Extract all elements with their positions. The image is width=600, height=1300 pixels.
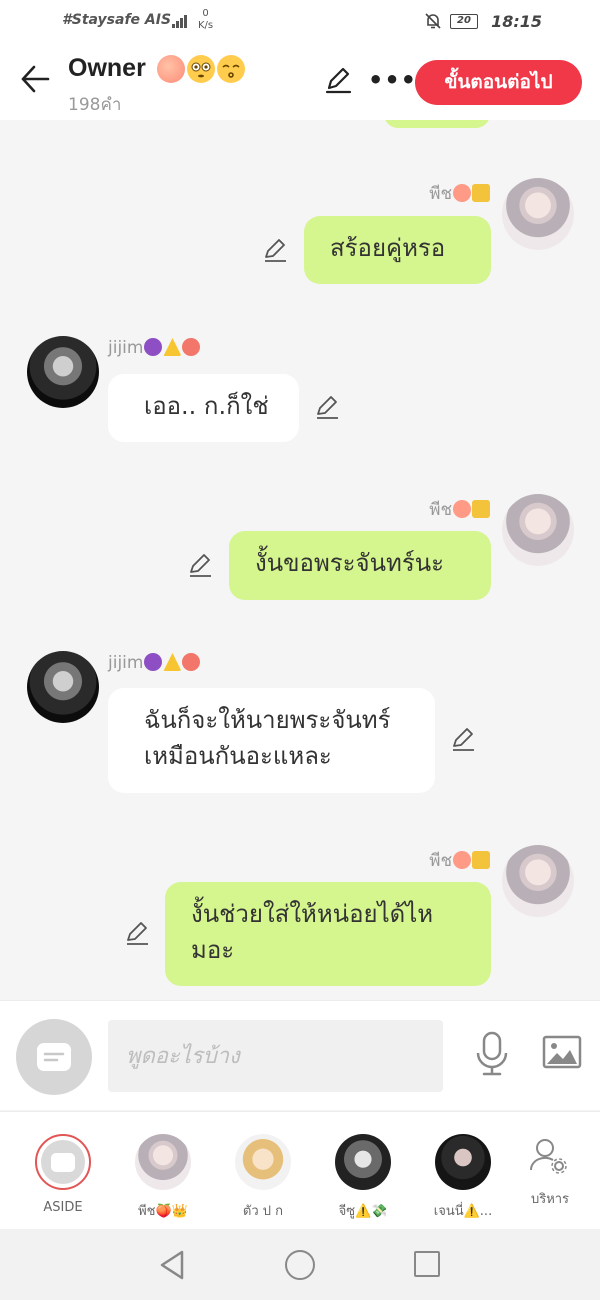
edit-pencil-icon[interactable] (187, 552, 213, 578)
member-label: พีช🍑👑 (138, 1204, 188, 1219)
devil-icon (144, 338, 163, 356)
next-step-button[interactable]: ขั้นตอนต่อไป (415, 60, 582, 105)
sender-name: jijim (108, 653, 201, 673)
sender-name: พีช (429, 180, 490, 207)
member-jisoo[interactable]: จีซู⚠️💸 (313, 1112, 413, 1230)
sender-name-text: พีช (429, 184, 452, 204)
network-speed-value: 0 (202, 8, 209, 19)
message-bubble[interactable]: งั้นขอพระจันทร์นะ (229, 531, 491, 600)
member-label: ASIDE (43, 1200, 83, 1215)
edit-pencil-icon[interactable] (314, 394, 340, 420)
avatar-peach[interactable] (502, 845, 574, 917)
system-nav-bar (0, 1229, 600, 1300)
edit-pencil-icon[interactable] (450, 726, 476, 752)
crown-icon (472, 851, 490, 869)
member-narrator[interactable]: ตัว ป ก (213, 1112, 313, 1230)
bell-muted-icon (424, 12, 442, 34)
member-avatar (335, 1134, 391, 1190)
crown-icon (472, 500, 490, 518)
aside-card-icon (51, 1153, 75, 1172)
aside-button[interactable] (16, 1019, 92, 1095)
message-line: เหมือนกันอะแหละ (144, 742, 332, 770)
member-jennie[interactable]: เจนนี่⚠️... (413, 1112, 513, 1230)
sender-name-text: jijim (108, 653, 144, 673)
peach-icon (156, 55, 185, 84)
microphone-icon[interactable] (474, 1031, 510, 1077)
kissing-face-icon (216, 55, 245, 84)
aside-card-icon (37, 1043, 71, 1071)
chat-title-text: Owner (68, 54, 146, 82)
sender-name-text: jijim (108, 338, 144, 358)
aside-avatar (35, 1134, 91, 1190)
member-label: ตัว ป ก (242, 1204, 284, 1219)
crown-icon (472, 184, 490, 202)
peach-icon (453, 500, 471, 518)
message-bubble[interactable]: สร้อยคู่หรอ (304, 216, 491, 284)
member-avatar (135, 1134, 191, 1190)
sender-name: jijim (108, 338, 201, 358)
message-line: มอะ (191, 936, 235, 964)
warning-icon (163, 653, 182, 671)
member-avatar (435, 1134, 491, 1190)
peach-icon (453, 851, 471, 869)
sender-name: พีช (429, 496, 490, 523)
member-aside[interactable]: ASIDE (13, 1112, 113, 1230)
carrier-label: #Staysafe AIS (62, 12, 172, 28)
sender-name: พีช (429, 847, 490, 874)
sender-name-text: พีช (429, 500, 452, 520)
member-label: เจนนี่⚠️... (433, 1204, 493, 1219)
flushed-face-icon (186, 55, 215, 84)
message-line: ฉันก็จะให้นายพระจันทร์ (144, 706, 391, 734)
image-icon[interactable] (542, 1035, 582, 1069)
sender-name-text: พีช (429, 851, 452, 871)
input-bar (0, 1000, 600, 1110)
member-peach[interactable]: พีช🍑👑 (113, 1112, 213, 1230)
network-speed: 0 K/s (198, 8, 213, 32)
member-admin[interactable]: บริหาร (500, 1112, 600, 1230)
status-bar: #Staysafe AIS 0 K/s 20 18:15 (0, 0, 600, 44)
back-arrow-icon[interactable] (18, 62, 52, 96)
chat-header: Owner 198คำ ••• ขั้นตอนต่อไป (0, 44, 600, 120)
message-input[interactable] (108, 1020, 443, 1092)
message-line: งั้นช่วยใส่ให้หน่อยได้ไห (191, 900, 434, 928)
word-count: 198คำ (68, 95, 122, 115)
devil-icon (144, 653, 163, 671)
title-emojis (156, 55, 245, 84)
user-settings-icon (529, 1139, 567, 1174)
network-speed-unit: K/s (198, 20, 214, 31)
avatar-jijim[interactable] (27, 651, 99, 723)
more-options-icon[interactable]: ••• (368, 66, 417, 94)
clock: 18:15 (491, 12, 542, 31)
signal-icon (172, 14, 190, 28)
warning-icon (163, 338, 182, 356)
message-bubble[interactable]: งั้นช่วยใส่ให้หน่อยได้ไห มอะ (165, 882, 491, 986)
avatar-peach[interactable] (502, 178, 574, 250)
nav-back-icon[interactable] (158, 1249, 186, 1281)
tongue-face-icon (182, 338, 201, 356)
message-bubble[interactable]: เออ.. ก.ก็ใช่ (108, 374, 299, 442)
battery-icon: 20 (450, 14, 478, 29)
member-avatar (235, 1134, 291, 1190)
nav-recent-apps-icon[interactable] (414, 1251, 440, 1277)
edit-pencil-icon[interactable] (324, 66, 352, 94)
member-label: บริหาร (530, 1192, 570, 1207)
edit-pencil-icon[interactable] (124, 920, 150, 946)
message-bubble[interactable]: ฉันก็จะให้นายพระจันทร์ เหมือนกันอะแหละ (108, 688, 435, 793)
chat-area[interactable]: พีช สร้อยคู่หรอ jijim เออ.. ก.ก็ใช่ พีช … (0, 120, 600, 1000)
edit-pencil-icon[interactable] (262, 237, 288, 263)
avatar-jijim[interactable] (27, 336, 99, 408)
nav-home-icon[interactable] (285, 1250, 315, 1280)
peach-icon (453, 184, 471, 202)
avatar-peach[interactable] (502, 494, 574, 566)
chat-title: Owner (68, 54, 245, 84)
member-label: จีซู⚠️💸 (338, 1204, 388, 1219)
tongue-face-icon (182, 653, 201, 671)
partial-message-bubble (384, 120, 490, 128)
members-bar: ASIDE พีช🍑👑 ตัว ป ก จีซู⚠️💸 เจนนี่⚠️... … (0, 1111, 600, 1229)
